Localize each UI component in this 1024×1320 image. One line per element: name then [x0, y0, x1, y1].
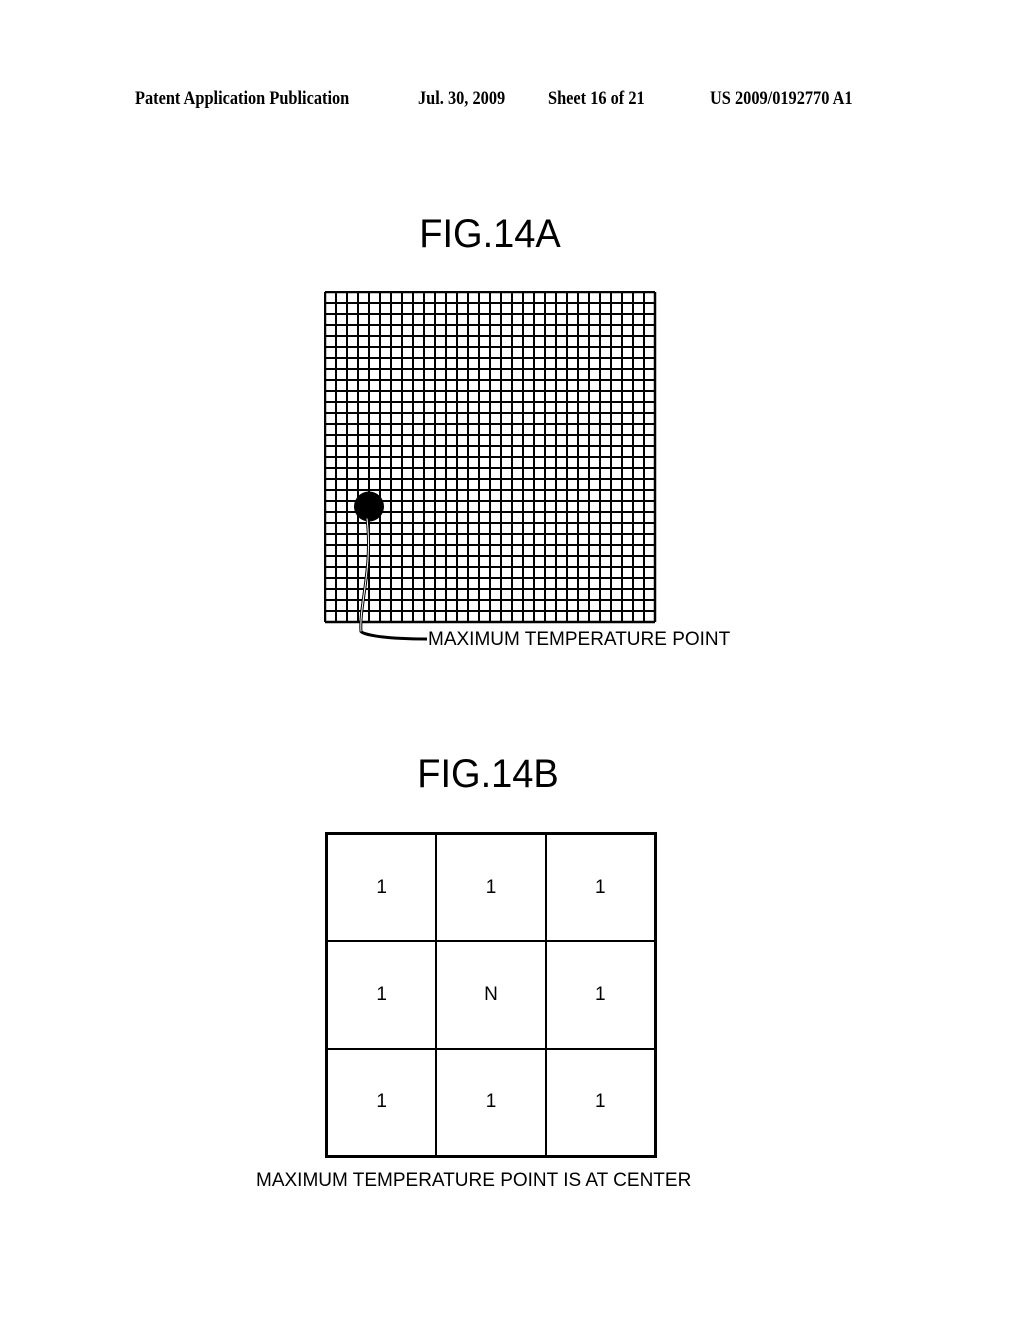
matrix-cell: 1 [327, 834, 437, 942]
matrix-cell: 1 [327, 941, 437, 1049]
fig14a-callout-label: MAXIMUM TEMPERATURE POINT [428, 629, 731, 650]
matrix-cell-center: N [436, 941, 546, 1049]
maximum-temperature-point-marker [354, 491, 384, 522]
fig14a-title: FIG.14A [419, 212, 561, 256]
publication-label: Patent Application Publication [135, 88, 350, 109]
matrix-cell: 1 [436, 834, 546, 942]
grid-lines [324, 291, 657, 624]
page-header: Patent Application Publication Jul. 30, … [135, 88, 895, 118]
matrix-cell: 1 [545, 834, 655, 942]
matrix-cell: 1 [545, 941, 655, 1049]
patent-number: US 2009/0192770 A1 [710, 88, 853, 109]
fig14b-caption: MAXIMUM TEMPERATURE POINT IS AT CENTER [256, 1170, 692, 1191]
matrix-cell: 1 [327, 1048, 437, 1156]
fig14b-title: FIG.14B [417, 752, 559, 796]
matrix-cell: 1 [436, 1048, 546, 1156]
matrix-cell: 1 [545, 1048, 655, 1156]
sheet-number: Sheet 16 of 21 [548, 88, 645, 109]
fig14a-sensor-grid [324, 291, 657, 641]
fig14b-weight-matrix: 1 1 1 1 N 1 1 1 1 [325, 832, 657, 1158]
publication-date: Jul. 30, 2009 [418, 88, 506, 109]
